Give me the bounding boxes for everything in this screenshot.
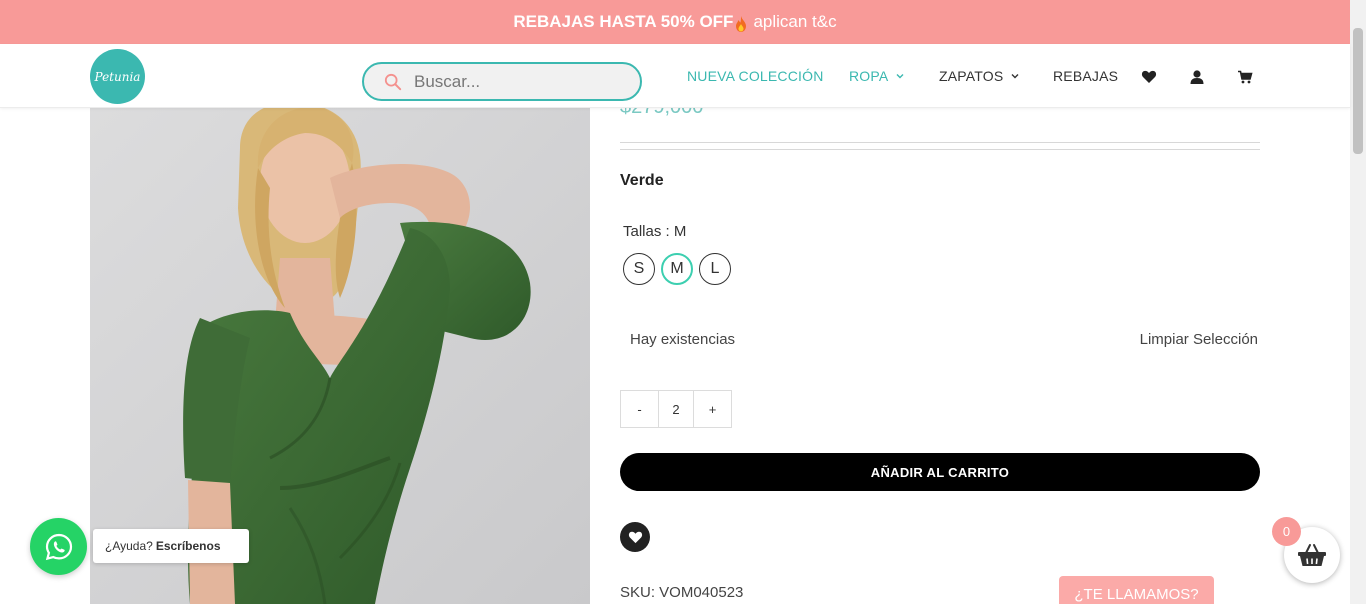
- logo-text: Petunia: [94, 69, 141, 84]
- color-name: Verde: [620, 172, 664, 189]
- search-input[interactable]: [414, 71, 614, 92]
- call-me-button[interactable]: ¿TE LLAMAMOS?: [1059, 576, 1214, 604]
- search-box: [362, 62, 642, 101]
- heart-icon[interactable]: [1141, 69, 1157, 85]
- nav-ropa[interactable]: ROPA: [849, 68, 905, 84]
- divider: [620, 142, 1260, 143]
- product-sku: SKU: VOM040523: [620, 584, 744, 601]
- site-header: Petunia NUEVA COLECCIÓN ROPA ZAPATOS REB…: [0, 44, 1350, 108]
- nav-label: NUEVA COLECCIÓN: [687, 68, 824, 84]
- size-option-s[interactable]: S: [623, 253, 655, 285]
- sizes-label: Tallas : M: [623, 223, 687, 240]
- nav-label: REBAJAS: [1053, 68, 1119, 84]
- size-option-m[interactable]: M: [661, 253, 693, 285]
- cart-count-badge: 0: [1272, 517, 1301, 546]
- qty-minus-button[interactable]: -: [621, 391, 658, 427]
- qty-input[interactable]: 2: [658, 391, 694, 427]
- stock-status: Hay existencias: [630, 331, 736, 348]
- qty-plus-button[interactable]: +: [694, 391, 731, 427]
- heart-icon: [628, 531, 642, 544]
- cart-icon[interactable]: [1237, 69, 1253, 85]
- size-text: M: [670, 260, 684, 277]
- whatsapp-label-strong: Escríbenos: [155, 539, 221, 553]
- chevron-down-icon: [896, 74, 904, 79]
- whatsapp-tooltip[interactable]: ¿Ayuda? Escríbenos: [93, 529, 249, 563]
- nav-label: ROPA: [849, 68, 889, 84]
- whatsapp-button[interactable]: [30, 518, 87, 575]
- wishlist-button[interactable]: [620, 522, 650, 552]
- page-scrollbar[interactable]: [1350, 0, 1366, 604]
- add-to-cart-button[interactable]: AÑADIR AL CARRITO: [620, 453, 1260, 491]
- promo-text: REBAJAS HASTA 50% OFF: [513, 12, 734, 31]
- size-text: S: [633, 260, 645, 277]
- quantity-stepper: - 2 +: [620, 390, 732, 428]
- chevron-down-icon: [1011, 74, 1019, 79]
- nav-label: ZAPATOS: [939, 68, 1004, 84]
- basket-icon: [1298, 544, 1326, 566]
- divider: [620, 149, 1260, 150]
- promo-banner: REBAJAS HASTA 50% OFF aplican t&c: [0, 0, 1350, 44]
- logo[interactable]: Petunia: [90, 49, 145, 104]
- clear-selection-link[interactable]: Limpiar Selección: [1140, 331, 1258, 348]
- user-icon[interactable]: [1189, 69, 1205, 85]
- scrollbar-thumb[interactable]: [1353, 28, 1363, 154]
- nav-zapatos[interactable]: ZAPATOS: [939, 68, 1020, 84]
- size-option-l[interactable]: L: [699, 253, 731, 285]
- size-text: L: [710, 260, 720, 277]
- promo-terms: aplican t&c: [753, 12, 837, 31]
- nav-nueva-coleccion[interactable]: NUEVA COLECCIÓN: [687, 68, 824, 84]
- nav-rebajas[interactable]: REBAJAS: [1053, 68, 1118, 84]
- whatsapp-label-prefix: ¿Ayuda?: [105, 539, 153, 553]
- whatsapp-icon: [45, 533, 72, 560]
- fire-icon: [736, 16, 747, 32]
- search-icon[interactable]: [384, 73, 402, 91]
